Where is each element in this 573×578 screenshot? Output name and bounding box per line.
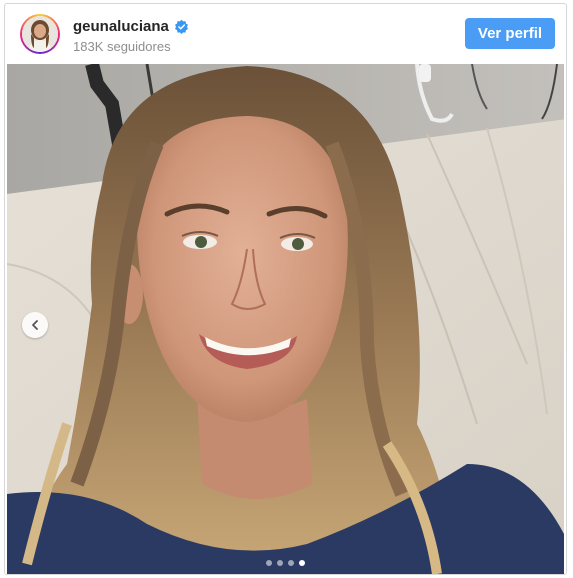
post-image[interactable] (7, 64, 564, 574)
carousel-previous-button[interactable] (22, 312, 48, 338)
carousel-dot[interactable] (266, 560, 272, 566)
carousel-indicator (5, 560, 566, 566)
selfie-photo (7, 64, 564, 574)
avatar-image (22, 16, 58, 52)
instagram-embed-card: geunaluciana 183K seguidores Ver perfil (4, 3, 567, 575)
verified-badge-icon (174, 19, 188, 34)
carousel-dot-active[interactable] (299, 560, 305, 566)
follower-count: 183K seguidores (73, 39, 171, 54)
carousel-dot[interactable] (277, 560, 283, 566)
view-profile-button[interactable]: Ver perfil (465, 18, 555, 49)
chevron-left-icon (32, 320, 38, 330)
carousel-dot[interactable] (288, 560, 294, 566)
post-header: geunaluciana 183K seguidores Ver perfil (5, 4, 566, 64)
profile-avatar[interactable] (20, 14, 60, 54)
username-row: geunaluciana (73, 18, 189, 35)
username-link[interactable]: geunaluciana (73, 18, 169, 35)
